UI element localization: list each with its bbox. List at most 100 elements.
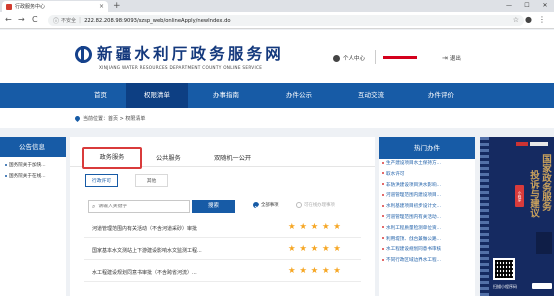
hot-item[interactable]: 取水许可: [379, 170, 475, 181]
service-category-tabs: 政务服务 公共服务 双随机一公开: [70, 137, 375, 169]
site-subtitle: XINJIANG WATER RESOURCES DEPARTMENT COUN…: [99, 65, 263, 70]
hot-item[interactable]: 水工程建设规划同意书审核: [379, 245, 475, 256]
banner-decoration: [480, 137, 489, 296]
item-title[interactable]: 水工程建设规划同意书审批（不含跨省河流）...: [92, 269, 277, 276]
tab-public-service[interactable]: 公共服务: [156, 153, 181, 162]
bullet-icon: [5, 174, 7, 177]
service-panel: 政务服务 公共服务 双随机一公开 行政许可 其他 ⌕ 搜索 全部事项 可在线办理…: [70, 137, 375, 296]
qr-code-icon: [493, 258, 515, 280]
tab-close-icon[interactable]: ×: [99, 3, 104, 10]
site-logo-icon: [75, 46, 92, 63]
site-favicon-icon: [6, 3, 12, 10]
list-item[interactable]: 国家基本水文测站上下游建设影响水文监测工程... ★★★★★: [84, 241, 361, 260]
reload-icon[interactable]: C: [32, 15, 38, 25]
forward-arrow-icon[interactable]: →: [18, 15, 25, 25]
bullet-icon: [382, 161, 384, 164]
window-close-icon[interactable]: ✕: [536, 0, 554, 12]
breadcrumb-text: 当前位置：首页 > 权限清单: [83, 116, 146, 122]
new-tab-button[interactable]: +: [113, 1, 121, 11]
search-button[interactable]: 搜索: [192, 200, 235, 213]
bullet-icon: [382, 172, 384, 175]
nav-item-evaluation[interactable]: 办件评价: [408, 83, 474, 108]
address-bar: ← → C ⓘ 不安全 | 222.82.208.98:9093/szsp_we…: [0, 12, 554, 29]
bullet-icon: [382, 193, 384, 196]
bullet-icon: [382, 258, 384, 261]
window-controls: — ☐ ✕: [500, 0, 554, 12]
star-rating-icon: ★★★★★: [288, 244, 345, 254]
maximize-icon[interactable]: ☐: [518, 0, 536, 12]
redacted-username: [383, 56, 417, 59]
nav-item-interaction[interactable]: 互动交流: [334, 83, 408, 108]
hot-item[interactable]: 河道管理范围内有关活动...: [379, 213, 475, 224]
item-title[interactable]: 国家基本水文测站上下游建设影响水文监测工程...: [92, 247, 277, 254]
filter-all-label: 全部事项: [261, 203, 279, 208]
logout-link[interactable]: ⇥ 退出: [442, 54, 461, 62]
bullet-icon: [5, 163, 7, 166]
item-title[interactable]: 河道管理范围内有关活动（不含河道采砂）审批: [92, 225, 277, 232]
banner-headline: 国家政务服务: [540, 154, 551, 211]
search-field[interactable]: ⌕: [88, 200, 190, 213]
subtab-admin-license[interactable]: 行政许可: [85, 174, 118, 187]
insecure-label: 不安全: [61, 18, 77, 24]
nav-item-permission-list[interactable]: 权限清单: [126, 83, 188, 108]
list-item[interactable]: 水工程建设规划同意书审批（不含跨省河流）... ★★★★★: [84, 263, 361, 282]
hot-item[interactable]: 水利工程质量检测单位资...: [379, 224, 475, 235]
filter-all-radio[interactable]: 全部事项: [253, 202, 279, 208]
tab-random-inspection[interactable]: 双随机一公开: [214, 153, 251, 162]
bullet-icon: [382, 204, 384, 207]
site-header: 新疆水利厅政务服务网 XINJIANG WATER RESOURCES DEPA…: [0, 30, 554, 83]
filter-online-radio[interactable]: 可在线办理事项: [296, 202, 335, 208]
logout-label: 退出: [449, 56, 461, 62]
radio-checked-icon: [253, 202, 259, 208]
nav-item-home[interactable]: 首页: [75, 83, 126, 108]
hot-item[interactable]: 水利基建项目初步设计文...: [379, 202, 475, 213]
hot-item[interactable]: 生产建设项目水土保持方...: [379, 159, 475, 170]
banner-caption: 扫描小程序码: [493, 284, 517, 289]
url-field[interactable]: ⓘ 不安全 | 222.82.208.98:9093/szsp_web/onli…: [48, 15, 524, 26]
breadcrumb: 当前位置：首页 > 权限清单: [0, 108, 554, 128]
nav-item-publicity[interactable]: 办件公示: [264, 83, 334, 108]
bullet-icon: [382, 183, 384, 186]
hot-item[interactable]: 河道管理范围内建设项目...: [379, 191, 475, 202]
star-rating-icon: ★★★★★: [288, 222, 345, 232]
star-rating-icon: ★★★★★: [288, 266, 345, 276]
hot-item[interactable]: 非防洪建设项目洪水影响...: [379, 181, 475, 192]
hot-item[interactable]: 利用堤顶、戗台兼做公路...: [379, 235, 475, 246]
tab-title: 行政服务中心: [15, 4, 46, 10]
personal-center-link[interactable]: 个人中心: [333, 54, 365, 62]
notice-item[interactable]: 国务院关于在线...: [0, 173, 66, 179]
notice-panel: 公告信息 国务院关于加快... 国务院关于在线...: [0, 137, 66, 296]
bookmark-star-icon[interactable]: ☆: [513, 16, 519, 24]
complaint-banner[interactable]: 国家政务服务 投诉与建议 小程序 扫描小程序码: [480, 137, 554, 296]
site-title: 新疆水利厅政务服务网: [97, 44, 285, 63]
notice-title: 公告信息: [0, 137, 66, 157]
search-icon: ⌕: [92, 202, 96, 210]
banner-phone-icon: [536, 232, 552, 254]
subtab-other[interactable]: 其他: [135, 174, 168, 187]
hot-items-title: 热门办件: [379, 137, 475, 159]
profile-icon[interactable]: ●: [525, 15, 532, 24]
user-icon: [333, 54, 340, 62]
banner-subheadline: 投诉与建议: [528, 170, 539, 218]
service-item-list: 河道管理范围内有关活动（不含河道采砂）审批 ★★★★★ 国家基本水文测站上下游建…: [84, 219, 361, 285]
browser-tab-bar: 行政服务中心 × + — ☐ ✕: [0, 0, 554, 12]
url-separator: |: [79, 17, 82, 24]
list-item[interactable]: 河道管理范围内有关活动（不含河道采砂）审批 ★★★★★: [84, 219, 361, 238]
banner-logo-icon: [516, 142, 528, 146]
browser-tab[interactable]: 行政服务中心 ×: [2, 1, 108, 12]
browser-menu-icon[interactable]: ⋮: [538, 15, 546, 24]
nav-item-guide[interactable]: 办事指南: [188, 83, 264, 108]
search-input[interactable]: [98, 204, 184, 209]
banner-logo-text-icon: [530, 142, 548, 146]
tab-government-service[interactable]: 政务服务: [82, 147, 142, 169]
hot-items-panel: 热门办件 生产建设项目水土保持方... 取水许可 非防洪建设项目洪水影响... …: [379, 137, 475, 296]
notice-item[interactable]: 国务院关于加快...: [0, 162, 66, 168]
minimize-icon[interactable]: —: [500, 0, 518, 12]
hot-item[interactable]: 不同行政区域边界水工程...: [379, 256, 475, 267]
banner-footer-logo-icon: [532, 283, 552, 289]
info-icon[interactable]: ⓘ: [53, 16, 59, 25]
location-pin-icon: [73, 114, 82, 123]
back-arrow-icon[interactable]: ←: [5, 15, 12, 25]
search-row: ⌕ 搜索 全部事项 可在线办理事项: [70, 200, 375, 214]
radio-unchecked-icon: [296, 202, 302, 208]
